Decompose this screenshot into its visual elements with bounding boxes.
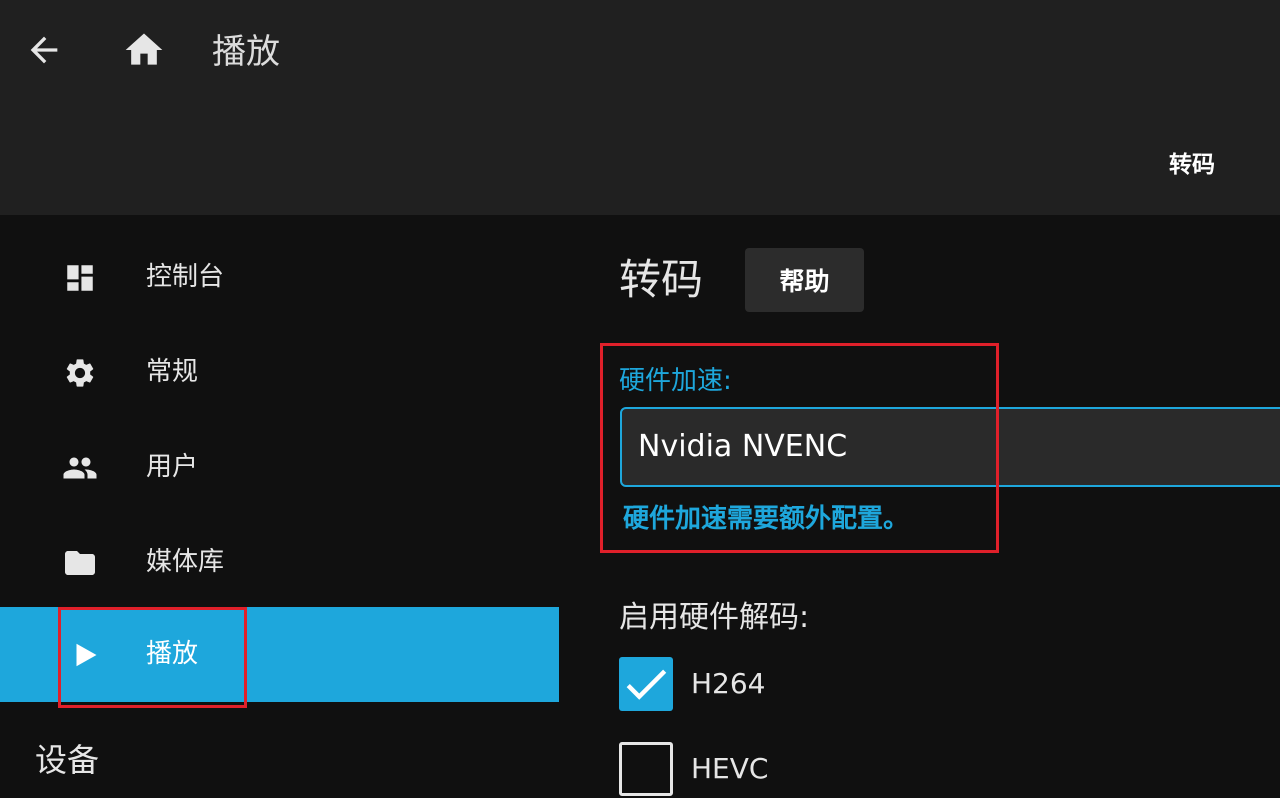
sidebar-section-devices[interactable]: 设备: [35, 735, 99, 781]
hw-accel-label: 硬件加速:: [619, 366, 732, 396]
hw-accel-select[interactable]: Nvidia NVENC: [620, 407, 1280, 487]
people-icon: [62, 450, 98, 486]
sidebar-item-general[interactable]: 常规: [0, 325, 559, 420]
sidebar-item-label: 常规: [146, 357, 199, 387]
play-icon: [66, 637, 102, 673]
help-button[interactable]: 帮助: [745, 248, 864, 312]
home-icon: [122, 28, 166, 76]
sidebar-item-label: 媒体库: [146, 547, 225, 577]
sidebar-item-label: 用户: [146, 452, 199, 482]
hw-accel-note-link[interactable]: 硬件加速需要额外配置。: [623, 498, 909, 535]
home-button[interactable]: [122, 30, 166, 74]
check-icon: [619, 669, 673, 715]
hevc-checkbox[interactable]: [619, 742, 673, 796]
sidebar-item-label: 播放: [146, 639, 199, 669]
sidebar-item-library[interactable]: 媒体库: [0, 515, 559, 610]
checkbox-row-hevc[interactable]: HEVC: [619, 742, 919, 798]
h264-checkbox[interactable]: [619, 657, 673, 711]
main-content: 转码 帮助 硬件加速: Nvidia NVENC 硬件加速需要额外配置。 启用硬…: [559, 215, 1280, 796]
sidebar-item-users[interactable]: 用户: [0, 420, 559, 515]
top-header: 播放 转码: [0, 0, 1280, 215]
page-title: 转码: [619, 255, 704, 304]
sidebar-item-label: 控制台: [146, 262, 225, 292]
hw-decode-label: 启用硬件解码:: [619, 600, 810, 635]
folder-icon: [62, 545, 98, 581]
checkbox-label: H264: [691, 667, 766, 700]
back-button[interactable]: [22, 30, 66, 74]
arrow-left-icon: [24, 30, 64, 74]
tab-transcoding[interactable]: 转码: [1150, 140, 1234, 184]
sidebar-item-dashboard[interactable]: 控制台: [0, 230, 559, 325]
dashboard-icon: [62, 260, 98, 296]
gear-icon: [62, 355, 98, 391]
checkbox-row-h264[interactable]: H264: [619, 657, 919, 713]
header-title: 播放: [212, 32, 280, 72]
sidebar: 控制台 常规 用户 媒体库 播放 设备: [0, 215, 559, 796]
checkbox-label: HEVC: [691, 752, 769, 785]
sidebar-item-playback[interactable]: 播放: [0, 607, 559, 702]
